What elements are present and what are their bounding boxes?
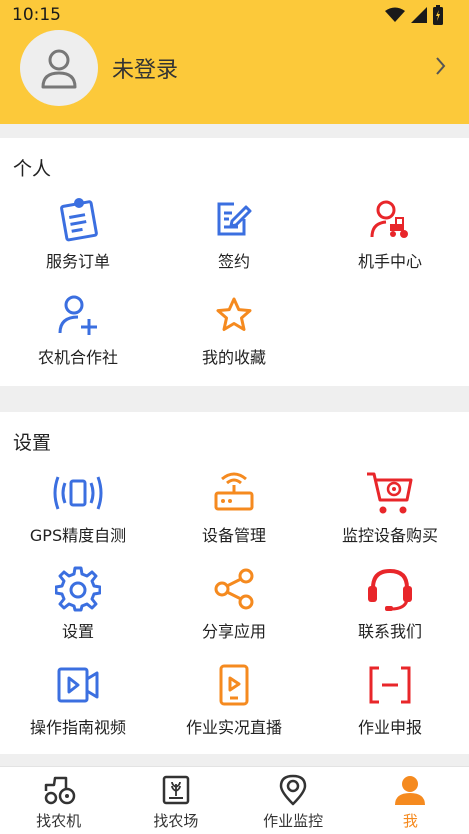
driver-center-label: 机手中心 bbox=[357, 252, 422, 271]
router-device-icon bbox=[214, 472, 254, 511]
device-management-label: 设备管理 bbox=[201, 526, 266, 545]
tab-me[interactable]: 我 bbox=[352, 767, 469, 834]
gps-test-button[interactable]: GPS精度自测 bbox=[0, 468, 156, 564]
report-bracket-icon bbox=[369, 666, 411, 704]
profile-header: 10:15 未登录 bbox=[0, 0, 469, 124]
status-time: 10:15 bbox=[12, 5, 61, 25]
edit-sign-icon bbox=[217, 202, 252, 236]
guide-video-button[interactable]: 操作指南视频 bbox=[0, 660, 156, 756]
tab-find-machinery-label: 找农机 bbox=[36, 812, 82, 830]
contact-us-label: 联系我们 bbox=[357, 622, 422, 641]
share-app-button[interactable]: 分享应用 bbox=[156, 564, 312, 660]
driver-center-button[interactable]: 机手中心 bbox=[312, 194, 468, 290]
settings-label: 设置 bbox=[61, 622, 94, 641]
chevron-right-icon bbox=[436, 57, 446, 75]
star-icon bbox=[216, 297, 252, 331]
wifi-icon bbox=[385, 7, 405, 22]
cooperative-label: 农机合作社 bbox=[37, 348, 118, 367]
clipboard-order-icon bbox=[60, 198, 98, 242]
guide-video-label: 操作指南视频 bbox=[29, 718, 126, 737]
tab-me-label: 我 bbox=[402, 812, 418, 830]
battery-icon bbox=[433, 5, 443, 25]
status-icons bbox=[385, 5, 443, 25]
farm-icon bbox=[162, 775, 190, 805]
section-title-settings: 设置 bbox=[13, 432, 52, 454]
cooperative-button[interactable]: 农机合作社 bbox=[0, 290, 156, 386]
share-icon bbox=[214, 568, 254, 610]
user-avatar-icon bbox=[41, 49, 77, 89]
favorites-button[interactable]: 我的收藏 bbox=[156, 290, 312, 386]
camera-cart-icon bbox=[367, 472, 413, 514]
driver-tractor-icon bbox=[370, 200, 408, 238]
tractor-icon bbox=[44, 776, 75, 805]
favorites-label: 我的收藏 bbox=[201, 348, 266, 367]
buy-monitor-device-button[interactable]: 监控设备购买 bbox=[312, 468, 468, 564]
cell-signal-icon bbox=[411, 7, 427, 23]
section-title-personal: 个人 bbox=[13, 158, 52, 180]
user-add-icon bbox=[58, 295, 97, 335]
login-profile-row[interactable]: 未登录 bbox=[0, 30, 469, 106]
share-app-label: 分享应用 bbox=[201, 622, 266, 641]
sign-contract-label: 签约 bbox=[217, 252, 250, 271]
headset-icon bbox=[368, 568, 412, 611]
bottom-tab-bar: 找农机 找农场 作业监控 我 bbox=[0, 766, 469, 834]
buy-monitor-device-label: 监控设备购买 bbox=[341, 526, 438, 545]
work-report-label: 作业申报 bbox=[357, 718, 422, 737]
video-icon bbox=[57, 667, 99, 703]
tab-find-machinery[interactable]: 找农机 bbox=[0, 767, 117, 834]
live-broadcast-label: 作业实况直播 bbox=[185, 718, 282, 737]
avatar bbox=[20, 30, 98, 106]
personal-section: 个人 服务订单 签约 机手中心 农机合作社 我的收藏 bbox=[0, 138, 469, 386]
person-icon bbox=[395, 776, 426, 805]
gear-icon bbox=[55, 566, 101, 612]
tab-find-farm-label: 找农场 bbox=[153, 812, 199, 830]
tab-work-monitoring[interactable]: 作业监控 bbox=[235, 767, 352, 834]
gps-test-label: GPS精度自测 bbox=[29, 526, 127, 545]
location-pin-icon bbox=[279, 774, 307, 806]
work-report-button[interactable]: 作业申报 bbox=[312, 660, 468, 756]
service-order-button[interactable]: 服务订单 bbox=[0, 194, 156, 290]
settings-button[interactable]: 设置 bbox=[0, 564, 156, 660]
device-management-button[interactable]: 设备管理 bbox=[156, 468, 312, 564]
tab-find-farm[interactable]: 找农场 bbox=[117, 767, 234, 834]
contact-us-button[interactable]: 联系我们 bbox=[312, 564, 468, 660]
tab-work-monitoring-label: 作业监控 bbox=[263, 812, 324, 830]
live-play-icon bbox=[219, 664, 249, 706]
phone-signal-icon bbox=[53, 476, 103, 510]
live-broadcast-button[interactable]: 作业实况直播 bbox=[156, 660, 312, 756]
settings-section: 设置 GPS精度自测 设备管理 监控设备购买 设置 分享应用 联系我们 操作指南… bbox=[0, 412, 469, 754]
login-status-text: 未登录 bbox=[112, 58, 179, 83]
sign-contract-button[interactable]: 签约 bbox=[156, 194, 312, 290]
service-order-label: 服务订单 bbox=[45, 252, 110, 271]
status-bar: 10:15 bbox=[0, 0, 469, 30]
